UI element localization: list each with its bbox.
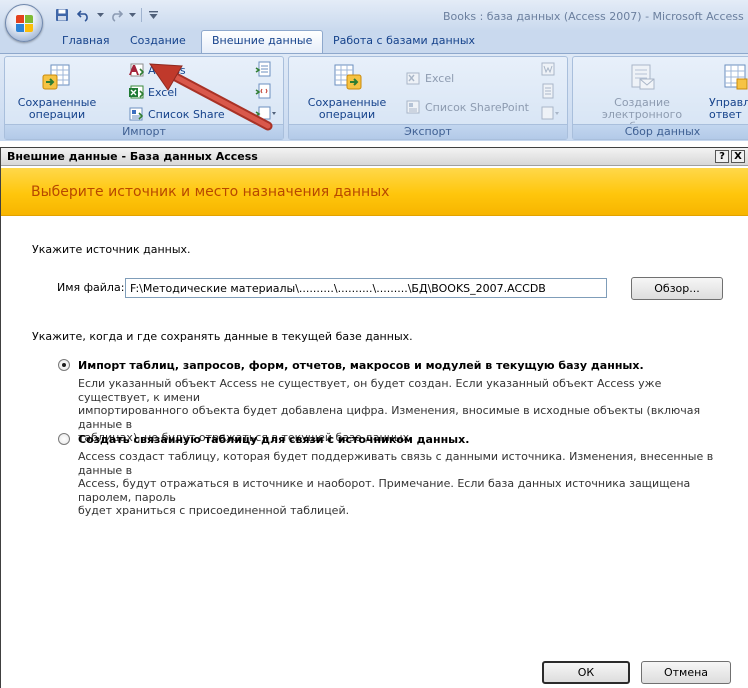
link-desc-line: Access, будут отражаться в источнике и н… <box>78 477 691 504</box>
access-icon <box>128 62 145 78</box>
more-import-icon[interactable] <box>255 104 276 122</box>
collect-data-group-label: Сбор данных <box>573 124 748 139</box>
excel-icon <box>405 70 421 86</box>
sharepoint-list-icon <box>128 106 144 122</box>
more-export-icon[interactable] <box>539 104 559 122</box>
saved-exports-icon <box>331 61 363 93</box>
import-desc-line: импортированного объекта будет добавлена… <box>78 404 701 431</box>
title-bar: Books : база данных (Access 2007) - Micr… <box>0 0 748 31</box>
dialog-title: Внешние данные - База данных Access <box>7 150 258 163</box>
link-option-label[interactable]: Создать связанную таблицу для связи с ис… <box>78 433 469 446</box>
close-button[interactable]: X <box>731 150 745 163</box>
import-option-label[interactable]: Импорт таблиц, запросов, форм, отчетов, … <box>78 359 644 372</box>
redo-icon[interactable] <box>106 6 126 24</box>
xml-file-icon[interactable] <box>255 82 273 100</box>
office-logo-icon <box>16 15 33 32</box>
dialog-banner: Выберите источник и место назначения дан… <box>1 168 748 216</box>
import-group: Сохраненные операции импорта Access Exce… <box>4 56 284 140</box>
customize-toolbar-icon[interactable] <box>147 6 159 24</box>
saved-exports-button[interactable]: Сохраненные операции экспорта <box>295 61 399 133</box>
collect-data-group: Создание электронного сообщения Управл о… <box>572 56 748 140</box>
banner-title: Выберите источник и место назначения дан… <box>31 184 390 200</box>
export-group-label: Экспорт <box>289 124 567 139</box>
window-title: Books : база данных (Access 2007) - Micr… <box>443 10 744 23</box>
manage-replies-label: Управл ответ <box>709 96 748 121</box>
saved-imports-icon <box>41 61 73 93</box>
import-group-label: Импорт <box>5 124 283 139</box>
import-access-label: Access <box>148 63 186 77</box>
tab-create[interactable]: Создание <box>120 31 196 53</box>
export-pdf-icon[interactable] <box>539 82 557 100</box>
tab-home[interactable]: Главная <box>52 31 120 53</box>
tab-external-data[interactable]: Внешние данные <box>201 30 324 53</box>
chevron-down-icon[interactable] <box>128 6 136 24</box>
excel-icon <box>128 84 145 100</box>
import-excel-label: Excel <box>148 85 178 99</box>
link-option-description: Access создаст таблицу, которая будет по… <box>78 450 718 518</box>
export-excel-button[interactable]: Excel <box>405 68 454 88</box>
browse-button[interactable]: Обзор... <box>631 277 723 300</box>
text-file-icon[interactable] <box>255 60 273 78</box>
cancel-button[interactable]: Отмена <box>641 661 731 684</box>
save-icon[interactable] <box>52 6 72 24</box>
undo-icon[interactable] <box>74 6 94 24</box>
link-desc-line: Access создаст таблицу, которая будет по… <box>78 450 714 477</box>
tab-database-tools[interactable]: Работа с базами данных <box>323 31 485 53</box>
create-email-button[interactable]: Создание электронного сообщения <box>575 61 709 133</box>
link-desc-line: будет храниться с присоединенной таблице… <box>78 504 350 517</box>
quick-access-toolbar <box>52 6 159 24</box>
import-excel-button[interactable]: Excel <box>128 82 177 102</box>
manage-replies-icon <box>719 61 748 93</box>
office-button[interactable] <box>5 4 43 42</box>
file-name-input[interactable] <box>125 278 607 298</box>
ribbon: Сохраненные операции импорта Access Exce… <box>0 53 748 141</box>
saved-imports-button[interactable]: Сохраненные операции импорта <box>9 61 105 133</box>
chevron-down-icon[interactable] <box>96 6 104 24</box>
help-button[interactable]: ? <box>715 150 729 163</box>
file-name-label: Имя файла: <box>57 281 125 294</box>
sharepoint-list-icon <box>405 99 421 115</box>
link-radio[interactable] <box>58 433 70 445</box>
import-dialog: Внешние данные - База данных Access ? X … <box>0 147 748 688</box>
import-access-button[interactable]: Access <box>128 60 186 80</box>
export-sharepoint-button[interactable]: Список SharePoint <box>405 97 529 117</box>
export-sharepoint-label: Список SharePoint <box>425 100 529 114</box>
import-sharepoint-label: Список Share <box>148 107 225 121</box>
email-icon <box>626 61 658 93</box>
where-to-store-text: Укажите, когда и где сохранять данные в … <box>32 330 413 343</box>
import-sharepoint-button[interactable]: Список Share <box>128 104 225 124</box>
dialog-title-bar: Внешние данные - База данных Access ? X <box>1 148 748 166</box>
export-word-icon[interactable] <box>539 60 557 78</box>
export-excel-label: Excel <box>425 71 455 85</box>
import-desc-line: Если указанный объект Access не существу… <box>78 377 662 404</box>
import-radio[interactable] <box>58 359 70 371</box>
manage-replies-button[interactable]: Управл ответ <box>709 61 748 121</box>
ribbon-tabs: Главная Создание Внешние данные Работа с… <box>0 30 748 53</box>
ok-button[interactable]: ОК <box>542 661 630 684</box>
separator <box>141 8 142 22</box>
specify-source-text: Укажите источник данных. <box>32 243 191 256</box>
export-group: Сохраненные операции экспорта Excel Спис… <box>288 56 568 140</box>
